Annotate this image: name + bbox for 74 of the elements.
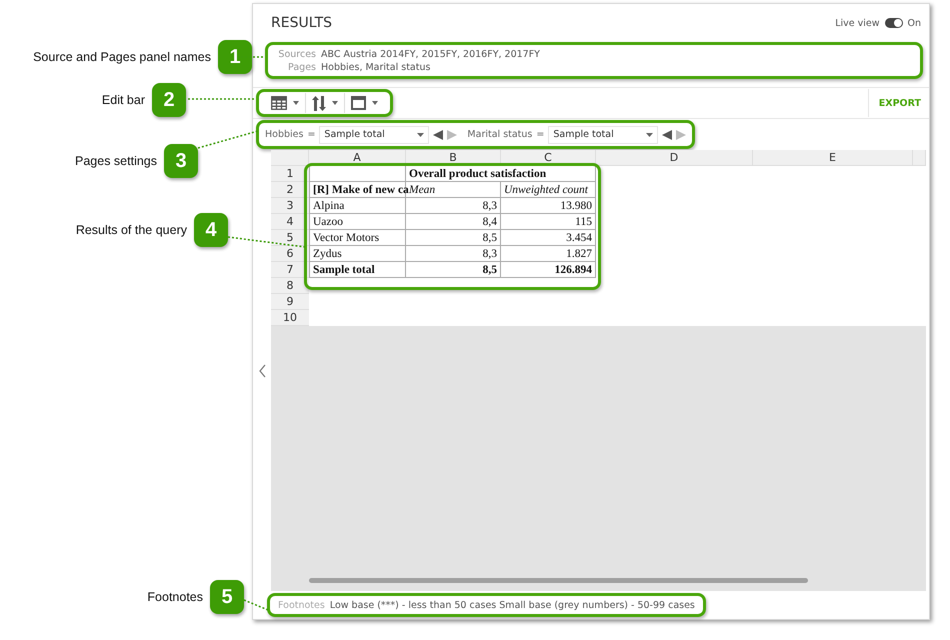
select-value: Sample total	[553, 129, 614, 140]
leader-line	[244, 599, 268, 611]
leader-line	[184, 98, 256, 100]
footnotes-text: Low base (***) - less than 50 cases Small base (grey numbers) - 50-99 cases	[330, 600, 695, 610]
select-value: Sample total	[324, 129, 385, 140]
live-view-state: On	[908, 18, 921, 28]
callout-label: Source and Pages panel names	[33, 50, 211, 64]
column-header: D	[596, 150, 753, 166]
row-number: 1	[271, 166, 309, 182]
callout-number-badge: 3	[164, 144, 198, 178]
table-cell: 8,3	[406, 198, 501, 214]
table-cell: Alpina	[309, 198, 406, 214]
table-cell: 8,3	[406, 246, 501, 262]
row-number: 6	[271, 246, 309, 262]
callout-number-badge: 4	[194, 213, 228, 247]
leader-line	[198, 130, 258, 149]
live-view-label: Live view	[835, 18, 880, 28]
table-cell: Zydus	[309, 246, 406, 262]
row-number: 2	[271, 182, 309, 198]
live-view-toggle[interactable]	[884, 18, 902, 28]
results-title: RESULTS	[271, 15, 332, 31]
sources-value: ABC Austria 2014FY, 2015FY, 2016FY, 2017FY	[321, 48, 540, 60]
row-number: 3	[271, 198, 309, 214]
page-select[interactable]: Sample total	[319, 126, 430, 144]
sources-label: Sources	[277, 48, 316, 60]
previous-arrow-icon[interactable]	[433, 130, 444, 140]
callout-label: Edit bar	[102, 93, 145, 107]
caret-icon	[646, 132, 654, 136]
horizontal-scrollbar[interactable]	[309, 578, 808, 583]
table-cell: 126.894	[501, 262, 596, 278]
footnotes-label: Footnotes	[278, 600, 325, 610]
callout-label: Results of the query	[76, 223, 187, 237]
table-cell: [R] Make of new ca	[309, 182, 406, 198]
callout-number-badge: 2	[152, 83, 186, 117]
row-number: 7	[271, 262, 309, 278]
header-corner	[271, 150, 309, 166]
column-header: E	[753, 150, 913, 166]
callout-label: Pages settings	[75, 154, 157, 168]
previous-arrow-icon[interactable]	[662, 130, 672, 140]
table-cell: Overall product satisfaction	[406, 166, 596, 182]
table-cell: 8,5	[406, 262, 501, 278]
page-select[interactable]: Sample total	[548, 126, 658, 144]
sort-icon	[312, 96, 326, 110]
page-operator: =	[307, 129, 316, 140]
table-cell: 3.454	[501, 230, 596, 246]
pages-label: Pages	[287, 60, 316, 74]
caret-icon	[417, 132, 424, 136]
caret-icon	[372, 101, 378, 105]
table-cell: 1.827	[501, 246, 596, 262]
row-number: 10	[271, 310, 309, 326]
pages-value: Hobbies, Marital status	[321, 60, 430, 74]
table-cell: 115	[501, 214, 596, 230]
table-cell: Uazoo	[309, 214, 406, 230]
caret-icon	[293, 101, 299, 105]
header-corner	[913, 150, 926, 166]
chevron-left-icon[interactable]	[258, 364, 266, 378]
table-cell: 13.980	[501, 198, 596, 214]
callout-number-badge: 5	[210, 580, 244, 614]
table-cell: 8,4	[406, 214, 501, 230]
page-operator: =	[536, 129, 544, 140]
page-name: Hobbies	[265, 129, 304, 140]
table-cell: Sample total	[309, 262, 406, 278]
table-cell: Vector Motors	[309, 230, 406, 246]
table-cell: Unweighted count	[501, 182, 596, 198]
table-cell: 8,5	[406, 230, 501, 246]
table-icon	[271, 96, 287, 110]
callout-number-badge: 1	[218, 40, 252, 74]
caret-icon	[332, 101, 338, 105]
layout-icon	[351, 96, 366, 110]
row-number: 4	[271, 214, 309, 230]
callout-label: Footnotes	[147, 590, 203, 604]
row-number: 9	[271, 294, 309, 310]
page-name: Marital status	[467, 129, 532, 140]
row-number: 8	[271, 278, 309, 294]
